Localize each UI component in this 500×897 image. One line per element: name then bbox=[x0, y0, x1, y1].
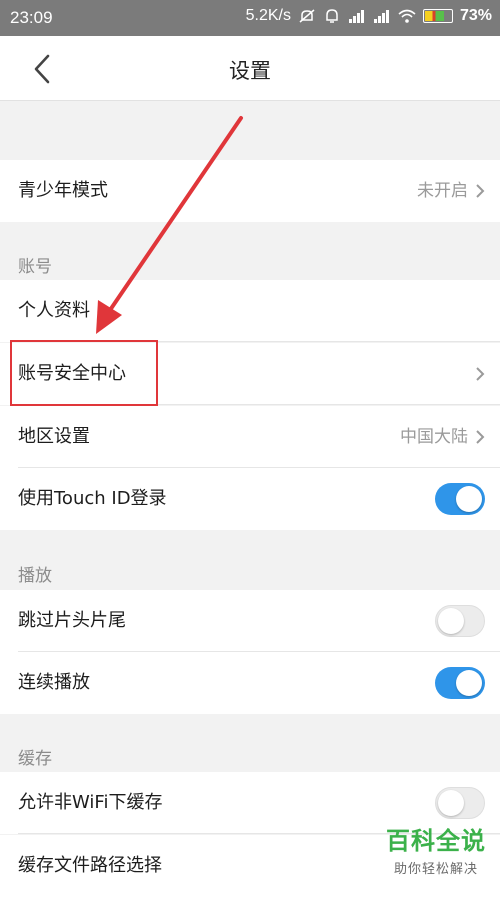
annotation-highlight-box bbox=[10, 340, 158, 406]
alarm-icon bbox=[326, 9, 338, 23]
teen-mode-row[interactable]: 青少年模式 未开启 bbox=[0, 160, 500, 222]
autoplay-label: 连续播放 bbox=[18, 672, 90, 693]
nav-bar: 设置 bbox=[0, 36, 500, 101]
battery-icon bbox=[422, 9, 453, 23]
chevron-right-icon bbox=[476, 184, 485, 198]
section-header-cache: 缓存 bbox=[18, 749, 52, 769]
cache-path-label: 缓存文件路径选择 bbox=[18, 855, 162, 876]
page-title: 设置 bbox=[229, 59, 271, 83]
teen-mode-value: 未开启 bbox=[417, 181, 468, 201]
network-speed: 5.2K/s bbox=[245, 7, 291, 24]
non-wifi-cache-toggle[interactable] bbox=[435, 787, 485, 819]
chevron-right-icon bbox=[476, 367, 485, 381]
touch-id-toggle[interactable] bbox=[435, 483, 485, 515]
section-header-playback: 播放 bbox=[18, 566, 52, 586]
wifi-icon bbox=[398, 9, 416, 23]
watermark-logo: 百科全说 助你轻松解决 bbox=[386, 821, 486, 877]
skip-intro-label: 跳过片头片尾 bbox=[18, 610, 126, 631]
signal-icon bbox=[348, 10, 364, 23]
watermark-title: 百科全说 bbox=[386, 827, 486, 855]
signal-icon bbox=[373, 10, 389, 23]
watermark-subtitle: 助你轻松解决 bbox=[393, 862, 478, 877]
region-label: 地区设置 bbox=[18, 426, 90, 447]
teen-mode-label: 青少年模式 bbox=[18, 180, 108, 201]
chevron-right-icon bbox=[476, 430, 485, 444]
touch-id-row: 使用Touch ID登录 bbox=[0, 468, 500, 530]
skip-intro-row: 跳过片头片尾 bbox=[0, 590, 500, 652]
mute-icon bbox=[299, 9, 315, 23]
personal-info-label: 个人资料 bbox=[18, 300, 90, 321]
non-wifi-cache-label: 允许非WiFi下缓存 bbox=[18, 792, 163, 813]
status-bar: 23:09 5.2K/s 73% bbox=[0, 0, 500, 36]
section-header-account: 账号 bbox=[18, 257, 52, 277]
region-row[interactable]: 地区设置 中国大陆 bbox=[0, 406, 500, 468]
skip-intro-toggle[interactable] bbox=[435, 605, 485, 637]
status-icons: 5.2K/s 73% bbox=[246, 7, 492, 25]
autoplay-row: 连续播放 bbox=[0, 652, 500, 714]
region-value: 中国大陆 bbox=[400, 427, 468, 447]
touch-id-label: 使用Touch ID登录 bbox=[18, 488, 167, 509]
personal-info-row[interactable]: 个人资料 bbox=[0, 280, 500, 342]
battery-percent: 73% bbox=[459, 7, 492, 24]
autoplay-toggle[interactable] bbox=[435, 667, 485, 699]
status-time: 23:09 bbox=[10, 8, 53, 27]
